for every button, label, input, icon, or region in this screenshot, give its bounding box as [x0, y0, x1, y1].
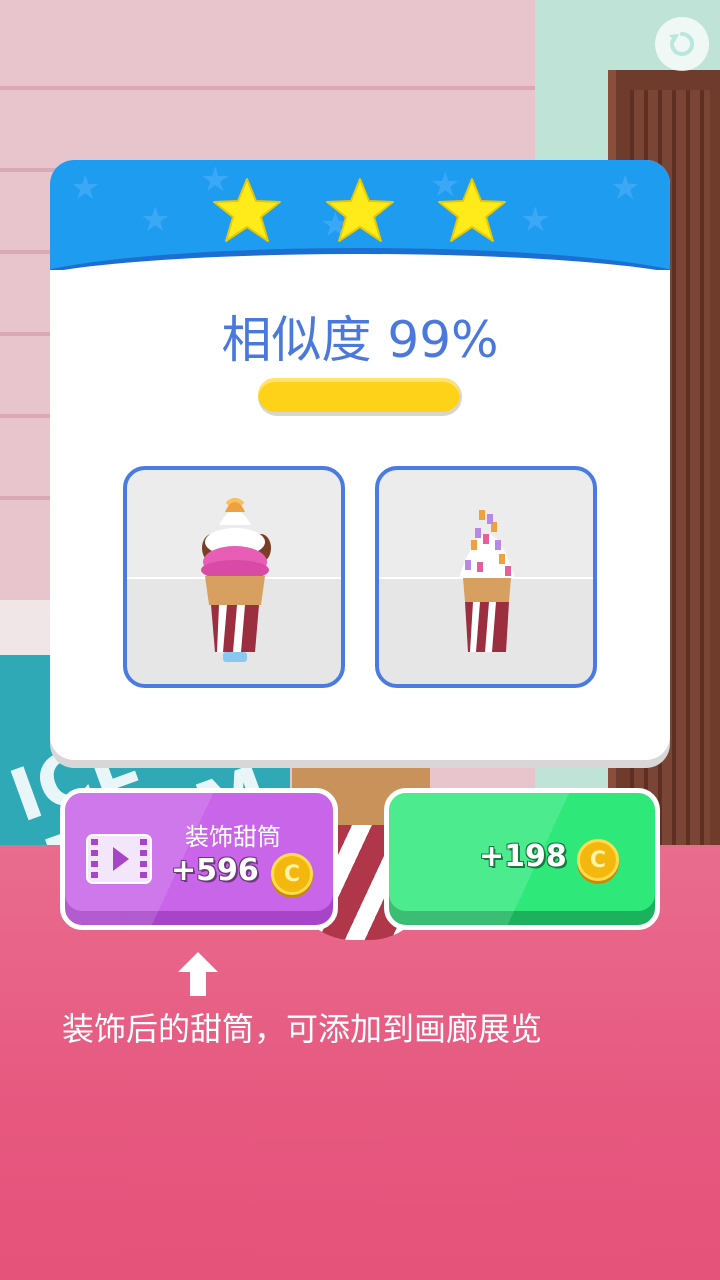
- similarity-progress-fill: [258, 378, 460, 412]
- coin-icon: C: [271, 853, 313, 895]
- panel-header: ★ ★ ★ ★ ★ ★ ★: [50, 160, 670, 270]
- collect-reward-button[interactable]: +198 C: [384, 788, 660, 930]
- rating-star-icon: [438, 178, 506, 242]
- player-ice-cream-image: [459, 510, 515, 652]
- target-ice-cream-image: [201, 498, 271, 662]
- decorate-reward-amount: +596: [171, 853, 259, 888]
- video-icon: [86, 834, 152, 884]
- rating-star-icon: [213, 178, 281, 242]
- similarity-score: 相似度 99%: [221, 311, 499, 369]
- coin-icon: C: [577, 839, 619, 881]
- target-cone-card: [123, 466, 345, 688]
- similarity-progress-bar: [258, 378, 462, 416]
- result-panel: ★ ★ ★ ★ ★ ★ ★ 相似度 99%: [50, 160, 670, 760]
- decorate-cone-button[interactable]: 装饰甜筒 +596 C: [60, 788, 338, 930]
- tutorial-hint-text: 装饰后的甜筒，可添加到画廊展览: [62, 1010, 543, 1048]
- decorate-button-label: 装饰甜筒: [185, 823, 281, 851]
- wall-plank: [0, 86, 535, 90]
- collect-reward-amount: +198: [479, 839, 567, 874]
- rating-star-icon: [326, 178, 394, 242]
- restart-icon: [669, 31, 695, 56]
- arrow-up-icon: [178, 952, 218, 996]
- restart-button[interactable]: [655, 17, 709, 71]
- player-cone-card: [375, 466, 597, 688]
